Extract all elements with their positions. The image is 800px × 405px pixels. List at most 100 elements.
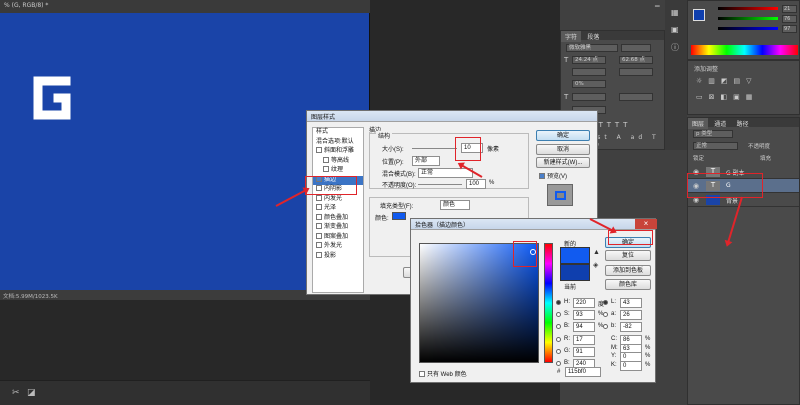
style-item[interactable]: 光泽: [313, 204, 363, 214]
layer-kind-filter[interactable]: p 类型: [693, 130, 733, 138]
style-checkbox[interactable]: [316, 194, 322, 201]
channel-radio[interactable]: [556, 361, 561, 366]
field-input[interactable]: 94: [573, 322, 595, 333]
adjust-icons-row-1[interactable]: ☼▥◩▤▽: [696, 77, 758, 85]
style-item[interactable]: 渐变叠加: [313, 223, 363, 233]
tracking-field[interactable]: [619, 68, 653, 76]
gamut-warning-icon[interactable]: ▲: [593, 249, 600, 256]
font-style-field[interactable]: [621, 44, 651, 52]
style-item[interactable]: 斜面和浮雕: [313, 147, 363, 157]
font-family-field[interactable]: 微软雅黑: [566, 44, 618, 52]
vertical-scale-field[interactable]: [572, 93, 606, 101]
minimize-icon[interactable]: ▁: [655, 0, 665, 8]
style-item[interactable]: 内发光: [313, 194, 363, 205]
add-to-swatches-button[interactable]: 添加到色板: [605, 265, 651, 276]
web-safe-icon[interactable]: ◈: [593, 261, 598, 269]
adjust-icons-row-2[interactable]: ▭⊠◧▣▦: [696, 93, 758, 101]
new-style-button[interactable]: 新建样式(W)...: [536, 157, 590, 168]
blend-mode-select[interactable]: 正常: [418, 168, 473, 178]
style-checkbox[interactable]: [323, 156, 329, 163]
styles-list: 样式 混合选项:默认 斜面和浮雕 等高线 纹理 描边 内阴影 内发光 光泽 颜色叠加 渐变叠加图…: [312, 127, 364, 293]
scissors-icon[interactable]: ✂: [12, 388, 20, 398]
font-size-field[interactable]: 24.24 点: [572, 56, 606, 64]
tab-paragraph[interactable]: 段落: [583, 31, 603, 42]
field-input[interactable]: 91: [573, 346, 595, 357]
annotation-box-layer: [687, 173, 763, 198]
style-label: 外发光: [324, 243, 343, 249]
document-tab[interactable]: % (G, RGB/8) *: [0, 0, 370, 13]
green-value[interactable]: 76: [782, 15, 797, 23]
style-checkbox[interactable]: [316, 251, 322, 258]
color-spectrum-bar[interactable]: [691, 45, 798, 55]
style-checkbox[interactable]: [316, 213, 322, 220]
field-input[interactable]: 0: [620, 360, 642, 371]
channel-radio[interactable]: [556, 312, 561, 318]
kerning-field[interactable]: [572, 68, 606, 76]
style-item[interactable]: 外发光: [313, 242, 363, 252]
tab-channels[interactable]: 通道: [710, 118, 730, 129]
ok-button[interactable]: 确定: [536, 130, 590, 141]
close-icon[interactable]: ×: [635, 219, 657, 229]
field-input[interactable]: 26: [620, 310, 642, 321]
tab-layers[interactable]: 图层: [688, 118, 709, 129]
style-label: 渐变叠加: [324, 224, 349, 230]
foreground-swatch[interactable]: [693, 9, 705, 21]
info-icon[interactable]: ⓘ: [671, 42, 679, 53]
style-checkbox[interactable]: [316, 204, 322, 211]
cancel-button[interactable]: 取消: [536, 144, 590, 155]
scale-field[interactable]: 0%: [572, 80, 606, 88]
style-checkbox[interactable]: [316, 223, 322, 230]
preview-checkbox[interactable]: 预览(V): [539, 171, 567, 180]
style-checkbox[interactable]: [316, 242, 322, 249]
color-libraries-button[interactable]: 颜色库: [605, 279, 651, 290]
channel-radio[interactable]: [603, 324, 608, 330]
field-input[interactable]: 43: [620, 298, 642, 308]
web-only-checkbox[interactable]: 只有 Web 颜色: [419, 369, 467, 378]
field-label: Y:: [611, 353, 617, 360]
field-input[interactable]: 220: [573, 298, 595, 308]
channel-radio[interactable]: [556, 348, 561, 354]
channel-radio[interactable]: [556, 300, 561, 305]
style-checkbox[interactable]: [316, 232, 322, 239]
reset-button[interactable]: 复位: [605, 250, 651, 261]
style-checkbox[interactable]: [316, 147, 322, 154]
horizontal-scale-field[interactable]: [619, 93, 653, 101]
eraser-icon[interactable]: ◪: [27, 388, 36, 398]
blend-options-item[interactable]: 混合选项:默认: [313, 138, 363, 148]
channel-radio[interactable]: [603, 312, 608, 318]
current-color-swatch[interactable]: [560, 264, 590, 281]
channel-radio[interactable]: [556, 324, 561, 330]
tab-paths[interactable]: 路径: [733, 118, 753, 129]
red-value[interactable]: 21: [782, 5, 797, 13]
channel-radio[interactable]: [556, 336, 561, 342]
hue-slider[interactable]: [544, 243, 553, 363]
size-slider[interactable]: [412, 148, 457, 149]
opacity-input[interactable]: 100: [466, 179, 486, 189]
tab-character[interactable]: 字符: [561, 31, 582, 42]
styles-header[interactable]: 样式: [313, 128, 363, 138]
style-item[interactable]: 图案叠加: [313, 232, 363, 243]
style-item[interactable]: 等高线: [313, 156, 363, 167]
fill-type-select[interactable]: 颜色: [440, 200, 470, 210]
style-item[interactable]: 纹理: [313, 166, 363, 176]
opacity-slider[interactable]: [418, 184, 462, 185]
field-input[interactable]: -82: [620, 322, 642, 333]
position-select[interactable]: 外部: [412, 156, 440, 166]
leading-field[interactable]: 62.68 点: [619, 56, 653, 64]
actions-icon[interactable]: ▣: [671, 25, 679, 34]
style-checkbox[interactable]: [323, 166, 329, 173]
red-slider[interactable]: [718, 7, 778, 10]
green-slider[interactable]: [718, 17, 778, 20]
style-item[interactable]: 颜色叠加: [313, 213, 363, 224]
blue-value[interactable]: 97: [782, 25, 797, 33]
style-item[interactable]: 投影: [313, 251, 363, 262]
blend-mode-select[interactable]: 正常: [693, 142, 738, 150]
field-unit: %: [645, 353, 651, 360]
history-icon[interactable]: ▦: [671, 8, 679, 17]
field-input[interactable]: 17: [573, 334, 595, 345]
hex-input[interactable]: 115bf0: [565, 367, 601, 377]
blue-slider[interactable]: [718, 27, 778, 30]
field-input[interactable]: 93: [573, 310, 595, 321]
channel-radio[interactable]: [603, 300, 608, 305]
stroke-color-swatch[interactable]: [392, 212, 406, 220]
